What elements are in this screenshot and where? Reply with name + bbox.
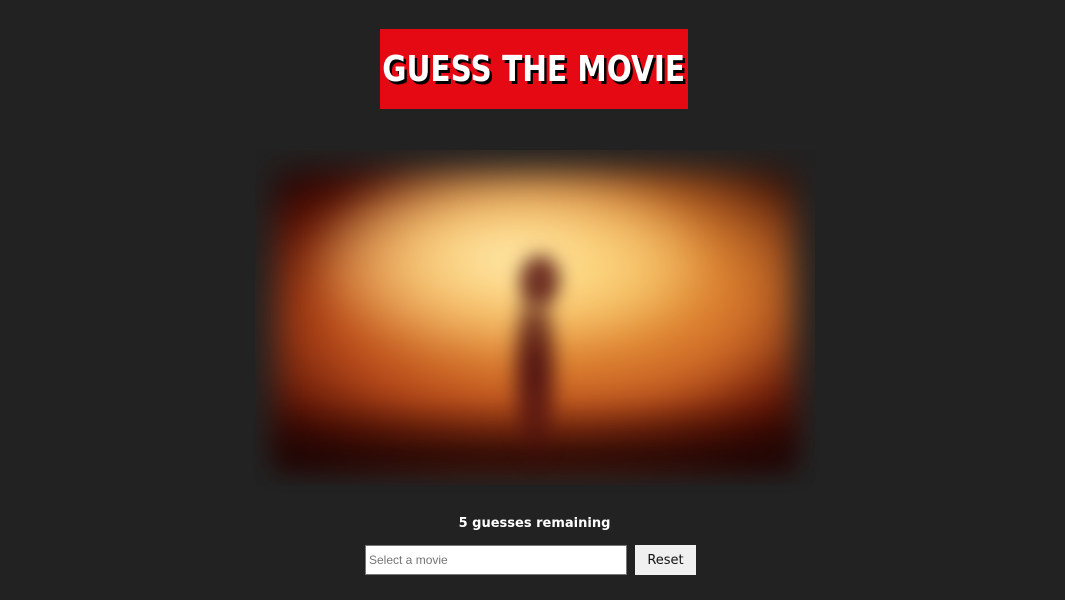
game-page: GUESS THE MOVIE 5 guesses remaining Rese… <box>0 0 1065 600</box>
movie-select-input[interactable] <box>365 545 627 575</box>
title-banner: GUESS THE MOVIE <box>380 29 688 109</box>
reset-button[interactable]: Reset <box>635 545 696 575</box>
figure-silhouette-head <box>520 255 560 305</box>
guesses-remaining: 5 guesses remaining <box>458 516 611 531</box>
page-title: GUESS THE MOVIE <box>382 48 686 90</box>
